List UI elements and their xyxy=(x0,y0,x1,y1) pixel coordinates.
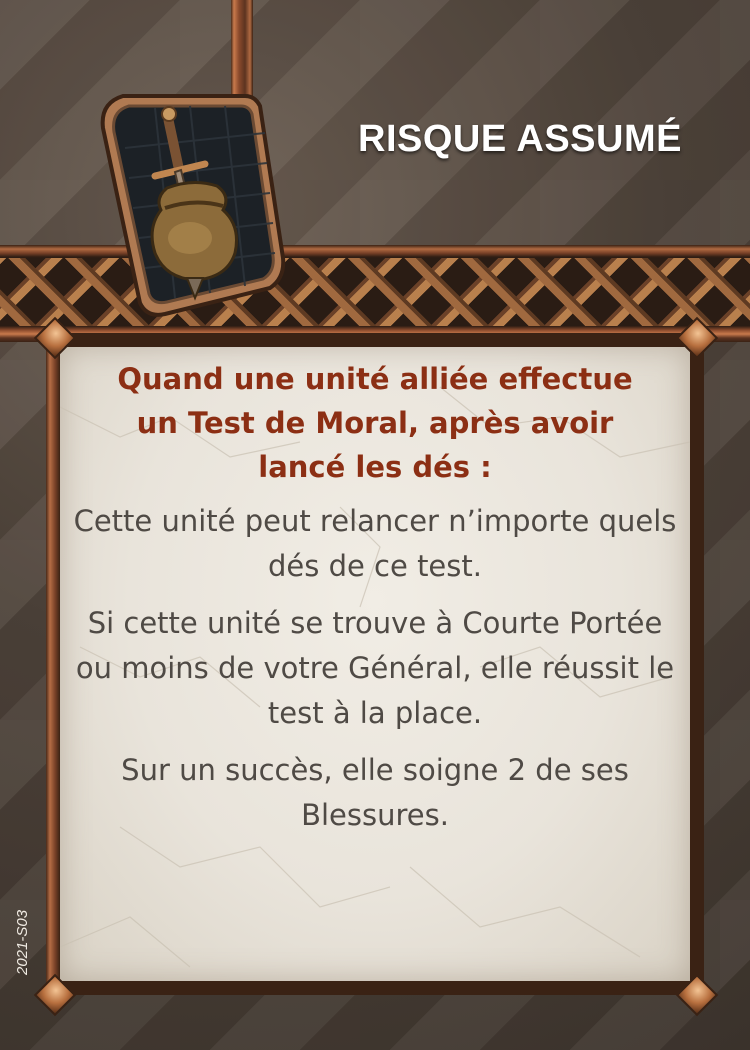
effect-text-1: Cette unité peut relancer n’importe quel… xyxy=(73,504,677,583)
trigger-text: Quand une unité alliée effectue un Test … xyxy=(117,362,633,484)
effect-text-3: Sur un succès, elle soigne 2 de ses Bles… xyxy=(121,753,629,832)
card-code: 2021-S03 xyxy=(14,909,31,975)
card-text: Quand une unité alliée effectue un Test … xyxy=(70,357,680,850)
card-crest xyxy=(95,78,295,318)
card-title: RISQUE ASSUMÉ xyxy=(358,118,682,160)
effect-text-2: Si cette unité se trouve à Courte Portée… xyxy=(75,606,675,730)
card: RISQUE ASSUMÉ Quand une unité alliée eff… xyxy=(0,0,750,1050)
